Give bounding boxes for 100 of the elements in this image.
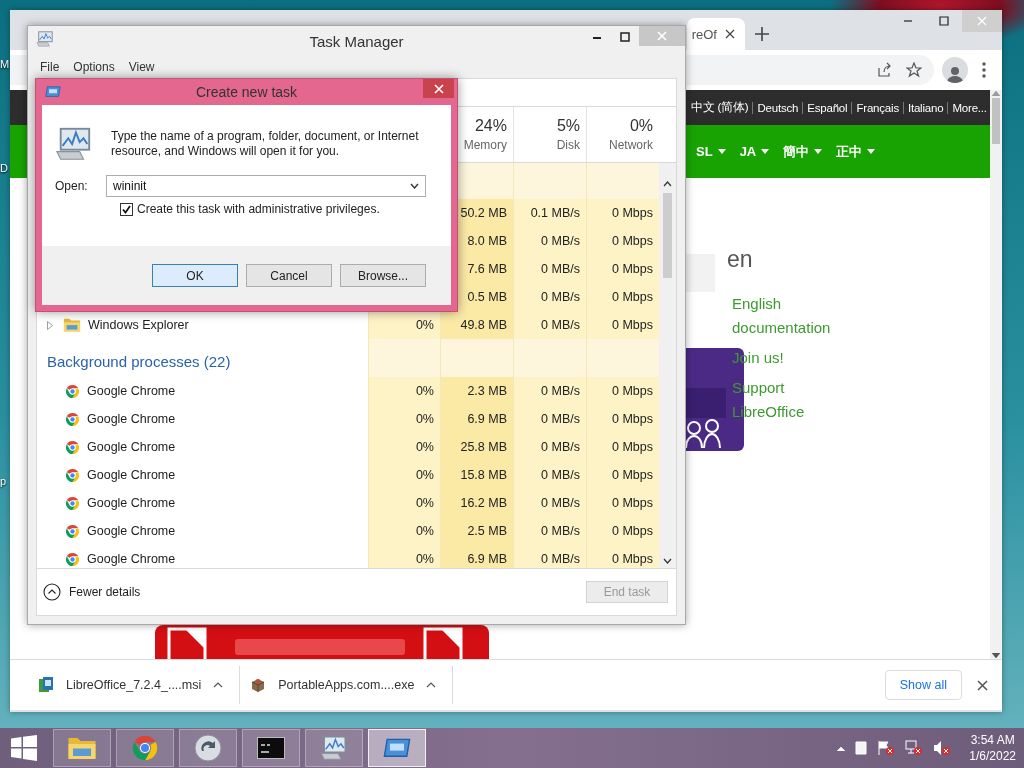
dialog-button[interactable]: OK <box>152 264 238 287</box>
scroll-thumb[interactable] <box>663 193 672 278</box>
table-cell: 0 Mbps <box>586 433 659 461</box>
folder-icon <box>63 317 81 333</box>
table-cell: 0% <box>368 545 440 568</box>
table-cell: 0 Mbps <box>586 311 659 339</box>
desktop-icon-label: p <box>0 475 7 487</box>
table-cell: 6.9 MB <box>440 405 513 433</box>
process-name[interactable]: Google Chrome <box>87 496 176 510</box>
table-cell: 15.8 MB <box>440 461 513 489</box>
table-cell: 0 MB/s <box>513 377 586 405</box>
process-name[interactable]: Google Chrome <box>87 468 176 482</box>
collapse-icon <box>43 583 61 601</box>
language-link[interactable]: Deutsch <box>752 101 803 114</box>
menu-item[interactable]: View <box>128 60 155 74</box>
table-cell: 0 MB/s <box>513 255 586 283</box>
folder-icon <box>67 735 97 761</box>
dialog-title: Create new task <box>195 84 298 100</box>
show-all-button[interactable]: Show all <box>884 670 962 700</box>
table-cell: 0 Mbps <box>586 405 659 433</box>
browser-tab[interactable]: reOf <box>687 18 745 50</box>
process-name[interactable]: Google Chrome <box>87 524 176 538</box>
close-button[interactable] <box>423 79 454 98</box>
column-header[interactable]: 0% Network <box>586 107 659 162</box>
speaker-muted-icon[interactable] <box>933 740 952 756</box>
checkbox-label: Create this task with administrative privileges. <box>137 202 380 216</box>
flag-error-icon[interactable] <box>877 740 896 756</box>
table-cell: 0 MB/s <box>513 489 586 517</box>
table-cell: 0 Mbps <box>586 199 659 227</box>
maximize-icon <box>939 16 949 26</box>
table-cell: 0% <box>368 311 440 339</box>
open-combobox[interactable]: wininit <box>106 175 426 197</box>
terminal-icon <box>257 737 285 759</box>
taskbar-app-button[interactable] <box>368 729 426 767</box>
process-name[interactable]: Google Chrome <box>87 384 176 398</box>
scroll-up-icon <box>663 181 672 187</box>
chevron-down-icon <box>410 183 419 189</box>
clock[interactable]: 3:54 AM 1/6/2022 <box>969 732 1016 764</box>
language-link[interactable]: Italiano <box>902 101 948 114</box>
process-name[interactable]: Google Chrome <box>87 412 176 426</box>
download-item[interactable]: LibreOffice_7.2.4_....msi <box>28 666 241 704</box>
task-manager-icon <box>36 30 54 48</box>
caret-up-icon <box>426 682 437 688</box>
caret-up-icon <box>213 682 224 688</box>
taskbar-app-button[interactable] <box>242 729 300 767</box>
window-icon <box>383 738 411 758</box>
table-cell: 0% <box>368 517 440 545</box>
table-cell: 0 Mbps <box>586 517 659 545</box>
scrollbar[interactable] <box>990 90 1002 659</box>
menu-icon <box>982 62 986 78</box>
desktop-icon-label: D <box>0 162 8 174</box>
dialog-button[interactable]: Browse... <box>340 264 426 287</box>
chrome-icon <box>65 411 80 427</box>
desktop-icon-label: M <box>0 58 10 70</box>
language-link[interactable]: Español <box>802 101 852 114</box>
column-header[interactable]: 5% Disk <box>513 107 586 162</box>
package-icon <box>250 677 267 693</box>
language-link[interactable]: 中文 (简体) <box>687 100 753 115</box>
page-link[interactable]: English documentation <box>732 292 850 340</box>
scroll-down-icon <box>663 558 672 564</box>
scroll-thumb[interactable] <box>992 98 1000 144</box>
profile-avatar[interactable] <box>942 57 968 83</box>
dialog-button[interactable]: Cancel <box>246 264 332 287</box>
taskbar-app-button[interactable] <box>179 729 237 767</box>
check-icon <box>122 204 131 214</box>
expand-arrow-icon <box>47 320 53 330</box>
open-label: Open: <box>55 179 89 193</box>
close-icon <box>977 16 987 26</box>
table-cell: 0 Mbps <box>586 227 659 255</box>
table-cell: 0 MB/s <box>513 517 586 545</box>
chrome-icon <box>131 734 159 762</box>
table-cell: 0% <box>368 461 440 489</box>
window-title: Task Manager <box>309 32 404 50</box>
close-icon <box>725 29 735 39</box>
share-icon <box>876 62 892 78</box>
person-icon <box>947 65 963 83</box>
process-name[interactable]: Google Chrome <box>87 440 176 454</box>
menu-item[interactable]: File <box>40 60 60 74</box>
process-name[interactable]: Google Chrome <box>87 552 176 566</box>
dialog-description: Type the name of a program, folder, document, or Internet resource, and Windows will open it for you. <box>111 129 420 159</box>
menu-item[interactable]: Options <box>73 60 115 74</box>
scrollbar[interactable] <box>659 163 676 568</box>
network-error-icon[interactable] <box>905 740 924 756</box>
fewer-details-button[interactable]: Fewer details <box>43 583 141 601</box>
language-link[interactable]: Français <box>851 101 903 114</box>
maximize-icon <box>620 32 630 42</box>
table-cell: 49.8 MB <box>440 311 513 339</box>
process-name[interactable]: Windows Explorer <box>88 318 189 332</box>
close-icon <box>976 679 988 691</box>
table-cell: 2.3 MB <box>440 377 513 405</box>
star-icon <box>906 62 922 78</box>
table-cell: 16.2 MB <box>440 489 513 517</box>
caret-icon <box>814 149 823 154</box>
table-cell: 0% <box>368 489 440 517</box>
chrome-icon <box>65 383 80 399</box>
caret-up-icon <box>837 745 846 751</box>
download-item[interactable]: PortableApps.com....exe <box>240 666 454 704</box>
window-icon <box>45 86 61 98</box>
monitor-graph-icon <box>320 734 348 762</box>
tab-title: reOf <box>691 26 717 42</box>
